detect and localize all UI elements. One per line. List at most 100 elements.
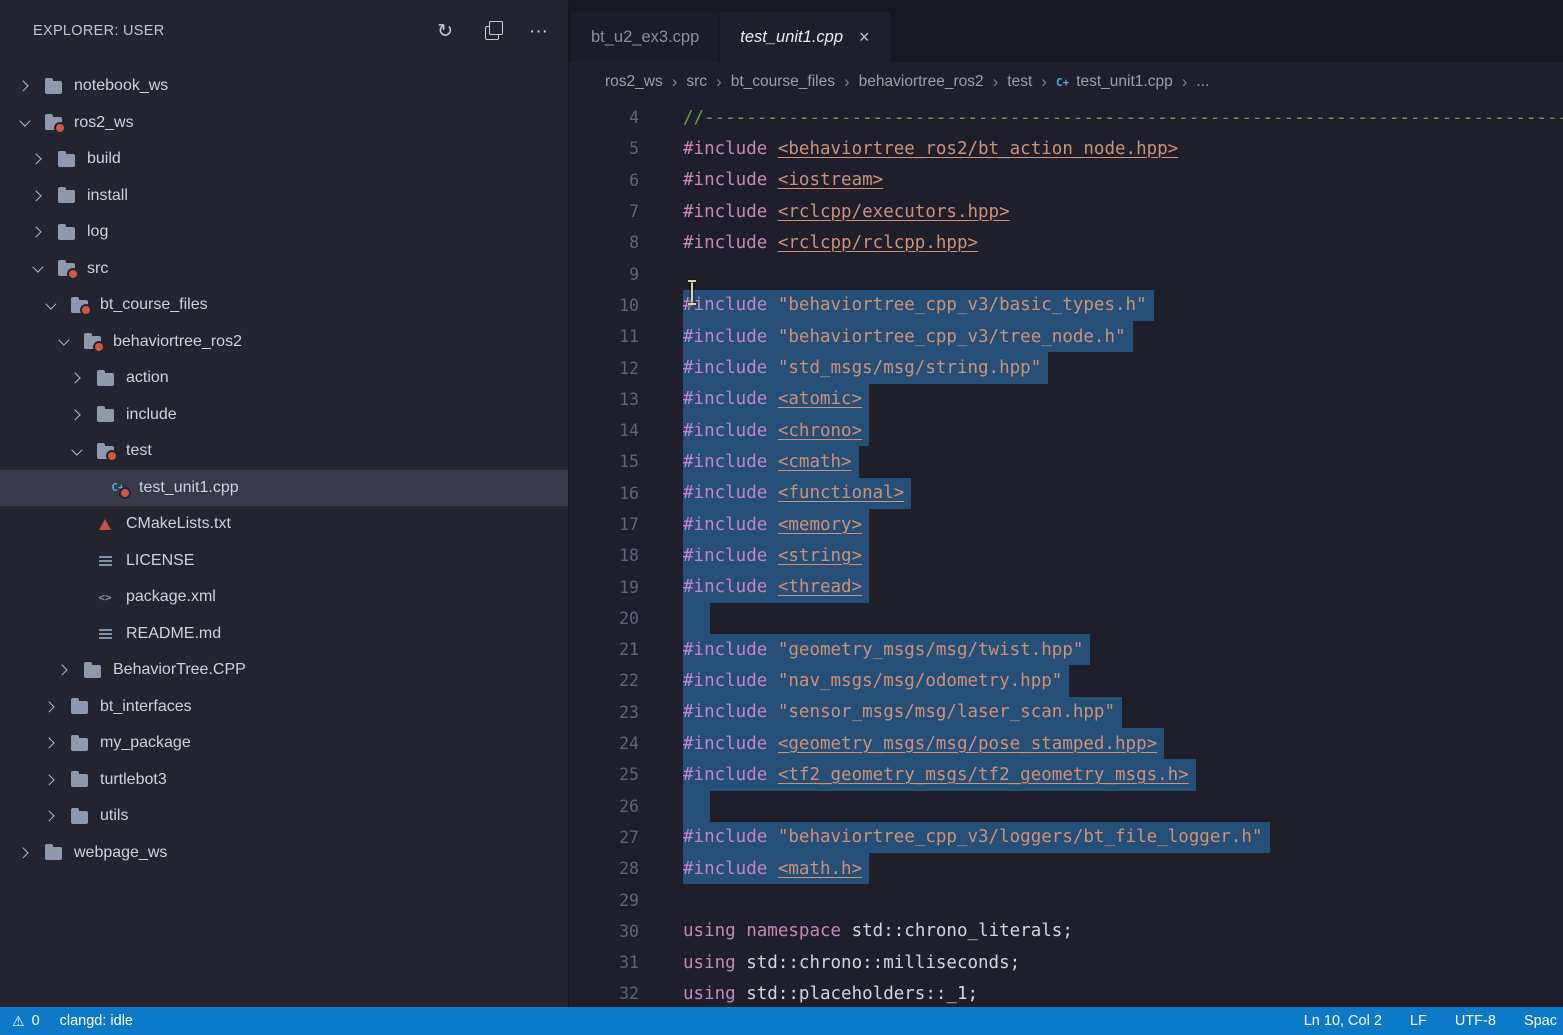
chevron-right-icon[interactable] bbox=[29, 224, 46, 241]
tree-item-LICENSE[interactable]: LICENSE bbox=[0, 543, 568, 580]
chevron-down-icon[interactable] bbox=[68, 443, 85, 460]
tree-item-include[interactable]: include bbox=[0, 397, 568, 434]
tree-item-test_unit1.cpp[interactable]: C+test_unit1.cpp bbox=[0, 470, 568, 507]
chevron-right-icon[interactable] bbox=[68, 406, 85, 423]
line-content: #include <geometry_msgs/msg/pose_stamped… bbox=[683, 728, 1164, 759]
status-indentation[interactable]: Spac bbox=[1524, 1013, 1557, 1029]
tree-item-log[interactable]: log bbox=[0, 214, 568, 251]
folder-icon bbox=[94, 368, 116, 388]
breadcrumb-item[interactable]: bt_course_files bbox=[731, 73, 835, 91]
chevron-spacer[interactable] bbox=[68, 516, 85, 533]
tree-item-ros2_ws[interactable]: ros2_ws bbox=[0, 105, 568, 142]
tree-item-install[interactable]: install bbox=[0, 178, 568, 215]
chevron-down-icon[interactable] bbox=[42, 297, 59, 314]
code-line: 9 bbox=[569, 258, 1563, 289]
chevron-right-icon[interactable] bbox=[55, 662, 72, 679]
explorer-sidebar: EXPLORER: USER ↻ ··· notebook_wsros2_wsb… bbox=[0, 0, 569, 1007]
main-area: EXPLORER: USER ↻ ··· notebook_wsros2_wsb… bbox=[0, 0, 1563, 1007]
breadcrumb-item[interactable]: src bbox=[686, 73, 707, 91]
tree-item-label: notebook_ws bbox=[74, 77, 168, 95]
line-number: 32 bbox=[569, 984, 639, 1003]
line-number: 16 bbox=[569, 484, 639, 503]
tree-item-action[interactable]: action bbox=[0, 360, 568, 397]
tree-item-behaviortree_ros2[interactable]: behaviortree_ros2 bbox=[0, 324, 568, 361]
line-content: #include <thread> bbox=[683, 571, 869, 602]
line-number: 17 bbox=[569, 515, 639, 534]
chevron-spacer[interactable] bbox=[68, 552, 85, 569]
chevron-right-icon: › bbox=[1041, 72, 1047, 92]
chevron-down-icon[interactable] bbox=[55, 333, 72, 350]
code-editor[interactable]: 4//-------------------------------------… bbox=[569, 102, 1563, 1007]
breadcrumb-item[interactable]: ros2_ws bbox=[605, 73, 663, 91]
refresh-icon[interactable]: ↻ bbox=[437, 22, 453, 41]
folder-icon bbox=[42, 76, 64, 96]
code-line: 15#include <cmath> bbox=[569, 446, 1563, 477]
tree-item-turtlebot3[interactable]: turtlebot3 bbox=[0, 762, 568, 799]
tree-item-webpage_ws[interactable]: webpage_ws bbox=[0, 835, 568, 872]
code-line: 16#include <functional> bbox=[569, 478, 1563, 509]
tab-bt_u2_ex3.cpp[interactable]: bt_u2_ex3.cpp bbox=[571, 12, 719, 62]
tree-item-label: utils bbox=[100, 807, 128, 825]
status-encoding[interactable]: UTF-8 bbox=[1455, 1013, 1496, 1029]
tree-item-package.xml[interactable]: <>package.xml bbox=[0, 579, 568, 616]
tree-item-test[interactable]: test bbox=[0, 433, 568, 470]
line-content: using namespace std::chrono_literals; bbox=[683, 916, 1073, 947]
more-actions-icon[interactable]: ··· bbox=[529, 22, 548, 41]
chevron-right-icon[interactable] bbox=[29, 187, 46, 204]
line-content: #include <iostream> bbox=[683, 165, 883, 196]
tree-item-my_package[interactable]: my_package bbox=[0, 725, 568, 762]
chevron-right-icon[interactable] bbox=[68, 370, 85, 387]
line-content: #include <math.h> bbox=[683, 853, 869, 884]
breadcrumb-item[interactable]: test bbox=[1007, 73, 1032, 91]
chevron-right-icon[interactable] bbox=[42, 771, 59, 788]
tab-test_unit1.cpp[interactable]: test_unit1.cpp × bbox=[720, 12, 889, 62]
chevron-right-icon[interactable] bbox=[42, 698, 59, 715]
line-number: 5 bbox=[569, 139, 639, 158]
tree-item-label: LICENSE bbox=[126, 552, 194, 570]
status-problems[interactable]: ⚠0 bbox=[12, 1013, 40, 1030]
status-eol[interactable]: LF bbox=[1410, 1013, 1427, 1029]
chevron-right-icon: › bbox=[1182, 72, 1188, 92]
breadcrumb-item[interactable]: test_unit1.cpp bbox=[1076, 73, 1173, 91]
chevron-right-icon[interactable] bbox=[42, 808, 59, 825]
tree-item-label: bt_interfaces bbox=[100, 698, 192, 716]
folder-icon bbox=[68, 806, 90, 826]
tree-item-BehaviorTree.CPP[interactable]: BehaviorTree.CPP bbox=[0, 652, 568, 689]
code-line: 31using std::chrono::milliseconds; bbox=[569, 947, 1563, 978]
chevron-right-icon[interactable] bbox=[29, 151, 46, 168]
breadcrumb-item[interactable]: behaviortree_ros2 bbox=[859, 73, 984, 91]
tree-item-README.md[interactable]: README.md bbox=[0, 616, 568, 653]
status-cursor-position[interactable]: Ln 10, Col 2 bbox=[1304, 1013, 1382, 1029]
chevron-down-icon[interactable] bbox=[29, 260, 46, 277]
tab-label: test_unit1.cpp bbox=[740, 28, 843, 47]
tree-item-CMakeLists.txt[interactable]: CMakeLists.txt bbox=[0, 506, 568, 543]
tree-item-utils[interactable]: utils bbox=[0, 798, 568, 835]
line-content: #include <rclcpp/rclcpp.hpp> bbox=[683, 227, 978, 258]
chevron-spacer[interactable] bbox=[81, 479, 98, 496]
line-number: 19 bbox=[569, 578, 639, 597]
line-number: 15 bbox=[569, 452, 639, 471]
status-clangd[interactable]: clangd: idle bbox=[60, 1013, 133, 1029]
chevron-right-icon[interactable] bbox=[16, 844, 33, 861]
code-line: 12#include "std_msgs/msg/string.hpp" bbox=[569, 352, 1563, 383]
git-modified-dot bbox=[106, 450, 118, 462]
code-line: 24#include <geometry_msgs/msg/pose_stamp… bbox=[569, 728, 1563, 759]
copy-icon[interactable] bbox=[485, 26, 499, 40]
tree-item-build[interactable]: build bbox=[0, 141, 568, 178]
line-content: #include "geometry_msgs/msg/twist.hpp" bbox=[683, 634, 1090, 665]
chevron-down-icon[interactable] bbox=[16, 114, 33, 131]
chevron-right-icon[interactable] bbox=[42, 735, 59, 752]
code-line: 26 bbox=[569, 791, 1563, 822]
code-line: 13#include <atomic> bbox=[569, 384, 1563, 415]
code-line: 14#include <chrono> bbox=[569, 415, 1563, 446]
tree-item-src[interactable]: src bbox=[0, 251, 568, 288]
chevron-spacer[interactable] bbox=[68, 625, 85, 642]
chevron-spacer[interactable] bbox=[68, 589, 85, 606]
tree-item-bt_interfaces[interactable]: bt_interfaces bbox=[0, 689, 568, 726]
tree-item-bt_course_files[interactable]: bt_course_files bbox=[0, 287, 568, 324]
tree-item-notebook_ws[interactable]: notebook_ws bbox=[0, 68, 568, 105]
close-icon[interactable]: × bbox=[859, 27, 870, 48]
breadcrumb-item[interactable]: ... bbox=[1196, 73, 1209, 91]
chevron-right-icon[interactable] bbox=[16, 78, 33, 95]
line-number: 4 bbox=[569, 108, 639, 127]
